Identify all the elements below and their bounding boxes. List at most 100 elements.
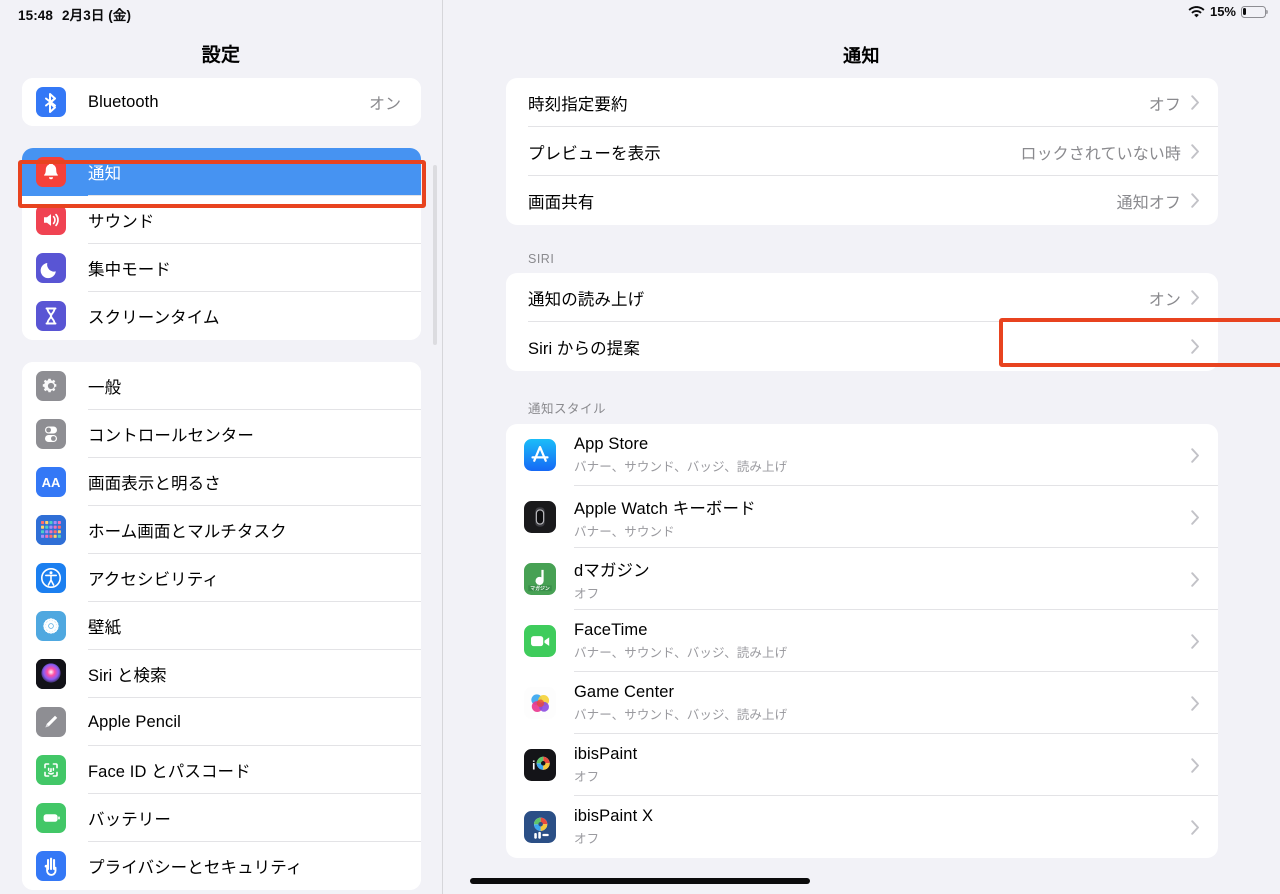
sidebar-item-スクリーンタイム[interactable]: スクリーンタイム — [22, 292, 421, 340]
sidebar-item-サウンド[interactable]: サウンド — [22, 196, 421, 244]
sidebar-item-Face ID とパスコード[interactable]: Face ID とパスコード — [22, 746, 421, 794]
app-row-text: Apple Watch キーボードバナー、サウンド — [574, 495, 756, 540]
chevron-right-icon — [1191, 819, 1199, 835]
app-row-FaceTime[interactable]: FaceTime バナー、サウンド、バッジ、読み上げ — [506, 610, 1218, 672]
svg-text:i: i — [532, 760, 535, 773]
sidebar-item-label: Bluetooth — [88, 92, 159, 111]
sidebar-item-コントロールセンター[interactable]: コントロールセンター — [22, 410, 421, 458]
chevron-right-icon — [1191, 695, 1199, 711]
detail-title: 通知 — [843, 46, 880, 66]
sidebar-item-バッテリー[interactable]: バッテリー — [22, 794, 421, 842]
siri-card: 通知の読み上げ オン Siri からの提案 — [506, 273, 1218, 371]
app-name: Game Center — [574, 683, 675, 701]
sidebar-group-2: 一般コントロールセンター AA 画面表示と明るさホーム画面とマルチタスクアクセシビリ… — [22, 362, 421, 890]
svg-text:マガジン: マガジン — [530, 585, 550, 592]
gear-icon — [36, 371, 66, 401]
app-name: Apple Watch キーボード — [574, 499, 756, 518]
app-row-text: dマガジンオフ — [574, 557, 650, 602]
sidebar-item-アクセシビリティ[interactable]: アクセシビリティ — [22, 554, 421, 602]
sidebar-item-Apple Pencil[interactable]: Apple Pencil — [22, 698, 421, 746]
app-notification-detail: オフ — [574, 586, 600, 601]
svg-text:AA: AA — [42, 475, 61, 490]
bluetooth-icon — [36, 87, 66, 117]
ibispaint-icon: i — [524, 749, 556, 781]
sidebar-item-Bluetooth[interactable]: Bluetooth オン — [22, 78, 421, 126]
app-row-dマガジン[interactable]: マガジン dマガジンオフ — [506, 548, 1218, 610]
app-name: dマガジン — [574, 561, 650, 580]
game-center-icon — [524, 687, 556, 719]
detail-row-Siri からの提案[interactable]: Siri からの提案 — [506, 322, 1218, 371]
sidebar-item-label: スクリーンタイム — [88, 309, 220, 327]
detail-row-value: オン — [1148, 291, 1181, 309]
chevron-right-icon — [1191, 193, 1199, 208]
ipad-settings-screen: 15:48 2月3日 (金) 15% 設定 Bluetooth オン 通知 サウンド集… — [0, 0, 1280, 894]
chevron-right-icon — [1191, 290, 1199, 305]
sidebar-item-label: ホーム画面とマルチタスク — [88, 523, 287, 541]
sidebar-item-画面表示と明るさ[interactable]: AA 画面表示と明るさ — [22, 458, 421, 506]
app-notification-detail: バナー、サウンド — [574, 524, 675, 539]
detail-row-label: 画面共有 — [528, 193, 595, 212]
d-magazine-icon: マガジン — [524, 563, 556, 595]
accessibility-icon — [36, 563, 66, 593]
sidebar-item-Siri と検索[interactable]: Siri と検索 — [22, 650, 421, 698]
detail-scroll-area[interactable]: 時刻指定要約 オフ プレビューを表示 ロックされていない時 画面共有 通知オフ SIRI 通知… — [443, 78, 1280, 894]
detail-row-時刻指定要約[interactable]: 時刻指定要約 オフ — [506, 78, 1218, 127]
notification-options-card: 時刻指定要約 オフプレビューを表示 ロックされていない時画面共有 通知オフ — [506, 78, 1218, 225]
sidebar-scrollbar[interactable] — [433, 165, 437, 345]
sidebar-item-集中モード[interactable]: 集中モード — [22, 244, 421, 292]
app-row-Apple Watch キーボード[interactable]: Apple Watch キーボードバナー、サウンド — [506, 486, 1218, 548]
app-row-ibisPaint X[interactable]: ibisPaint X オフ — [506, 796, 1218, 858]
home-screen-icon — [36, 515, 66, 545]
sidebar-item-label: サウンド — [88, 213, 155, 231]
app-row-ibisPaint[interactable]: i ibisPaint オフ — [506, 734, 1218, 796]
sidebar-item-label: コントロールセンター — [88, 427, 254, 445]
app-name: ibisPaint X — [574, 807, 654, 825]
chevron-right-icon — [1191, 144, 1199, 159]
app-row-text: FaceTime バナー、サウンド、バッジ、読み上げ — [574, 621, 787, 661]
chevron-right-icon — [1191, 447, 1199, 463]
app-store-icon — [524, 439, 556, 471]
app-row-App Store[interactable]: App Store バナー、サウンド、バッジ、読み上げ — [506, 424, 1218, 486]
app-row-text: App Store バナー、サウンド、バッジ、読み上げ — [574, 435, 787, 475]
sidebar-item-ホーム画面とマルチタスク[interactable]: ホーム画面とマルチタスク — [22, 506, 421, 554]
sidebar-scroll-area[interactable]: Bluetooth オン通知サウンド集中モードスクリーンタイム一般コントロールセン… — [0, 78, 442, 894]
detail-row-画面共有[interactable]: 画面共有 通知オフ — [506, 176, 1218, 225]
sidebar-item-壁紙[interactable]: 壁紙 — [22, 602, 421, 650]
moon-icon — [36, 253, 66, 283]
chevron-right-icon — [1191, 633, 1199, 649]
detail-row-value: ロックされていない時 — [1020, 145, 1181, 163]
detail-row-label: 時刻指定要約 — [528, 95, 628, 114]
home-indicator[interactable] — [470, 878, 810, 884]
detail-header: 通知 — [443, 0, 1280, 78]
sidebar-item-label: Apple Pencil — [88, 712, 181, 731]
app-row-text: Game Center バナー、サウンド、バッジ、読み上げ — [574, 683, 787, 723]
sidebar-item-プライバシーとセキュリティ[interactable]: プライバシーとセキュリティ — [22, 842, 421, 890]
wallpaper-icon — [36, 611, 66, 641]
detail-row-通知の読み上げ[interactable]: 通知の読み上げ オン — [506, 273, 1218, 322]
sidebar-group-0: Bluetooth オン — [22, 78, 421, 126]
sidebar-item-label: 画面表示と明るさ — [88, 475, 221, 493]
chevron-right-icon — [1191, 571, 1199, 587]
sidebar-item-value: オン — [368, 96, 401, 113]
detail-row-label: プレビューを表示 — [528, 144, 661, 163]
sidebar-item-一般[interactable]: 一般 — [22, 362, 421, 410]
sidebar-item-通知[interactable]: 通知 — [22, 148, 421, 196]
toggles-icon — [36, 419, 66, 449]
detail-row-label: Siri からの提案 — [528, 339, 640, 358]
siri-icon — [36, 659, 66, 689]
app-row-Game Center[interactable]: Game Center バナー、サウンド、バッジ、読み上げ — [506, 672, 1218, 734]
app-name: ibisPaint — [574, 745, 638, 763]
chevron-right-icon — [1191, 509, 1199, 525]
sidebar-header: 設定 — [0, 0, 442, 78]
app-row-text: ibisPaint オフ — [574, 745, 637, 785]
app-name: FaceTime — [574, 621, 648, 639]
privacy-hand-icon — [36, 851, 66, 881]
chevron-right-icon — [1191, 339, 1199, 354]
detail-row-value: 通知オフ — [1116, 194, 1181, 212]
chevron-right-icon — [1191, 757, 1199, 773]
detail-row-プレビューを表示[interactable]: プレビューを表示 ロックされていない時 — [506, 127, 1218, 176]
text-size-icon: AA — [36, 467, 66, 497]
